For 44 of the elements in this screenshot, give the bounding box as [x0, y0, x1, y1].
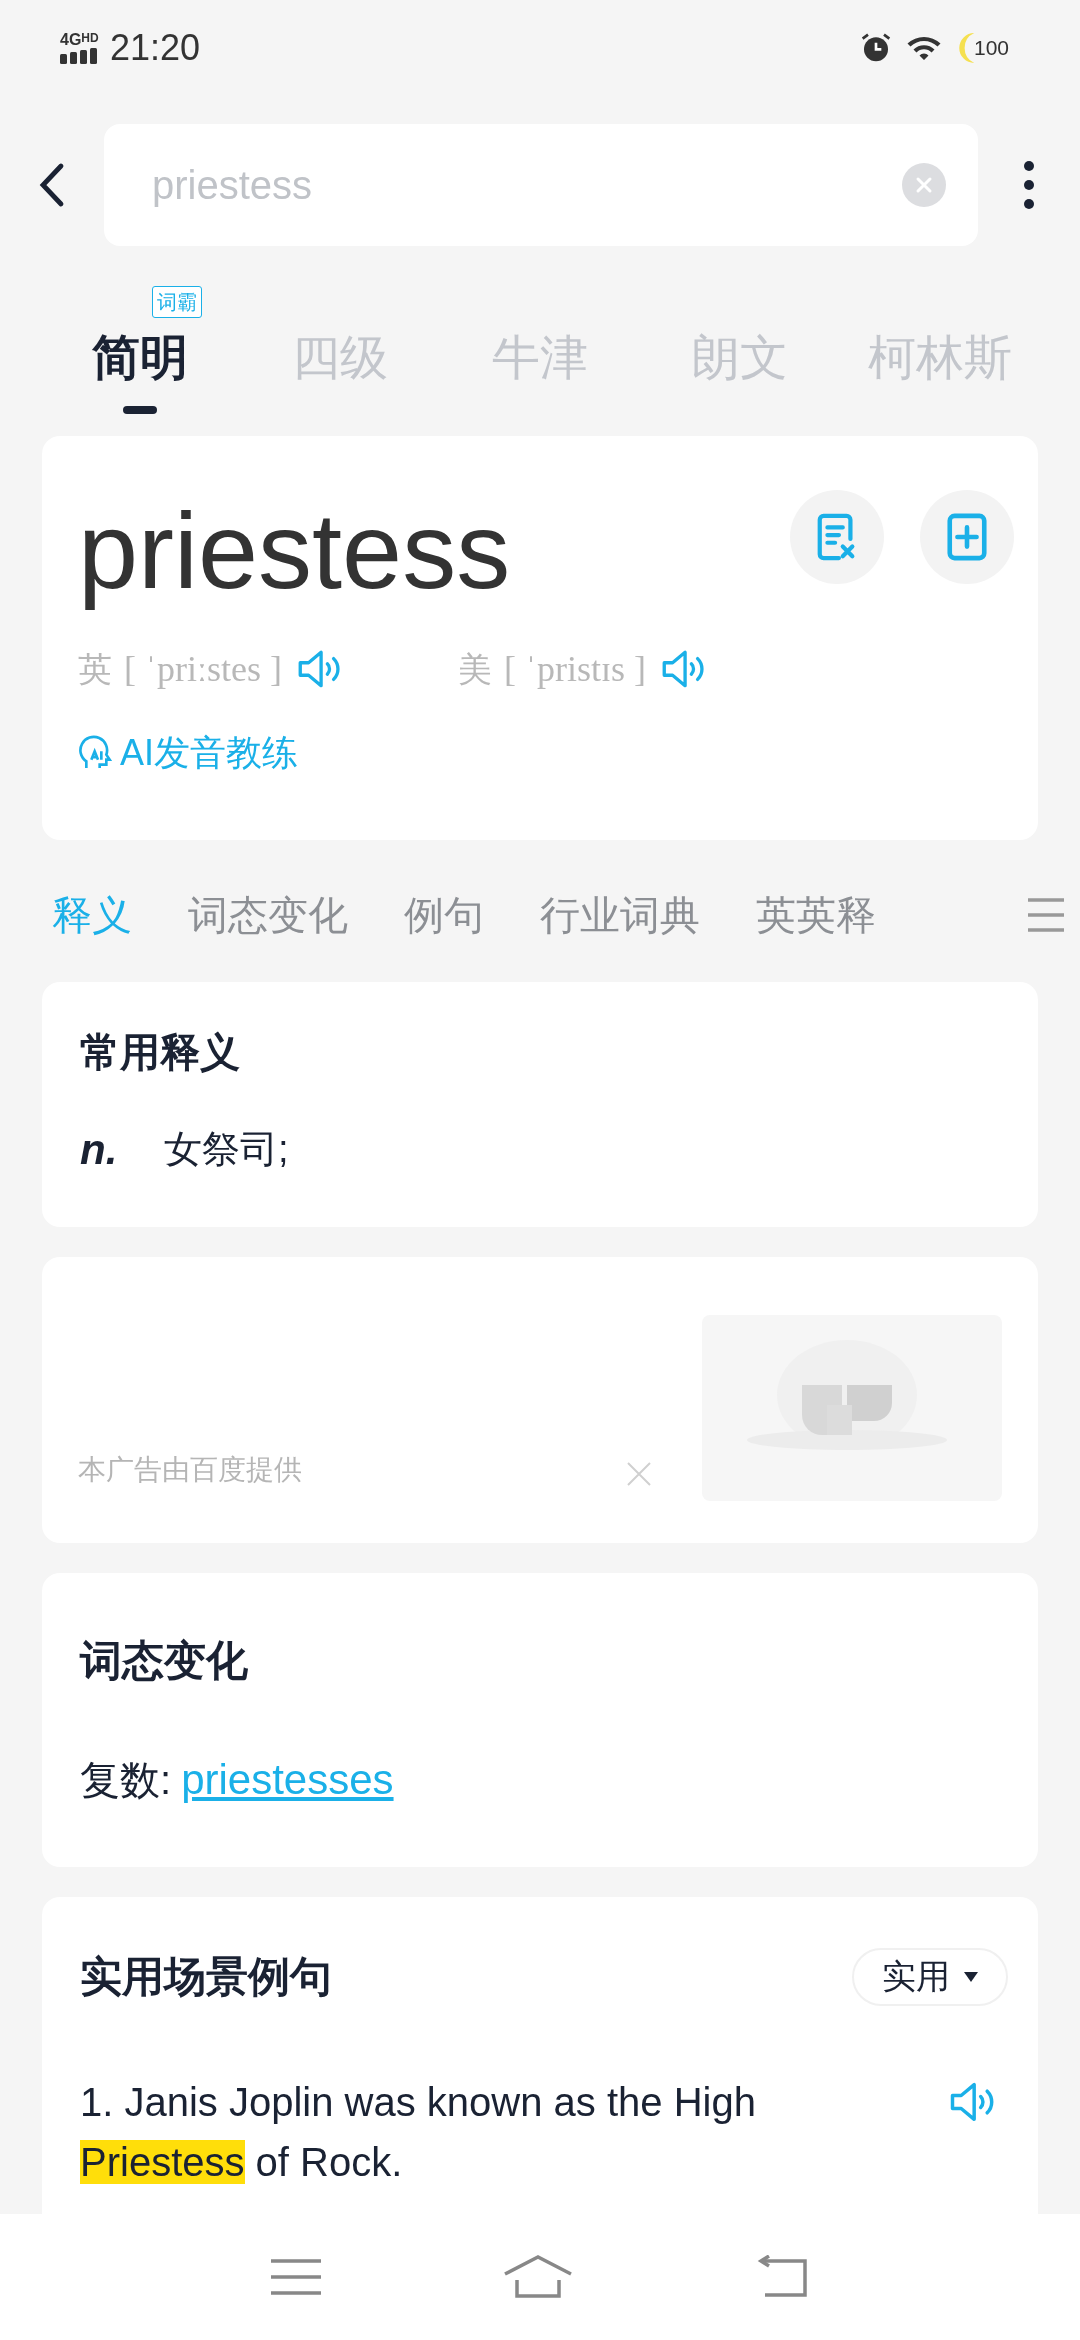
- clear-button[interactable]: [902, 163, 946, 207]
- close-icon: [914, 175, 934, 195]
- section-tab[interactable]: 行业词典: [540, 885, 700, 945]
- network-label: 4G: [60, 32, 82, 48]
- example-sentence: 1. Janis Joplin was known as the High Priestess of Rock.: [80, 2079, 757, 2186]
- menu-icon: [1026, 897, 1066, 933]
- home-icon[interactable]: [503, 2254, 573, 2300]
- tab-badge: 词霸: [152, 286, 202, 318]
- section-tab[interactable]: 例句: [404, 885, 484, 945]
- region-label: 美: [458, 648, 492, 690]
- phonetic-text: [ ˈpristɪs ]: [504, 648, 646, 691]
- definition-text: 女祭司;: [164, 1127, 289, 1172]
- tab-indicator: [123, 406, 157, 414]
- phonetic-text: [ ˈpriːstes ]: [124, 648, 282, 691]
- region-label: 英: [78, 648, 112, 690]
- crescent-icon: [956, 30, 976, 66]
- section-tab[interactable]: 释义: [52, 885, 132, 945]
- ai-coach-link[interactable]: AI发音教练: [78, 726, 298, 780]
- part-of-speech: n.: [80, 1125, 119, 1175]
- more-icon: [1023, 160, 1035, 210]
- section-title: 词态变化: [80, 1636, 249, 1686]
- plus-square-icon: [944, 512, 990, 562]
- section-title: 实用场景例句: [80, 1952, 332, 2002]
- back-icon: [39, 162, 65, 208]
- clock-time: 21:20: [110, 26, 201, 70]
- close-icon[interactable]: [626, 1461, 652, 1487]
- dictionary-tab[interactable]: 简明: [92, 328, 188, 388]
- network-sub-label: HD: [81, 32, 99, 47]
- battery-level: 100: [974, 35, 1010, 62]
- menu-icon[interactable]: [271, 2257, 321, 2297]
- section-title: 常用释义: [80, 1029, 241, 1076]
- signal-icon: [60, 48, 100, 64]
- headword: priestess: [78, 489, 511, 613]
- filter-dropdown[interactable]: 实用: [852, 1947, 1008, 2006]
- alarm-icon: [860, 32, 892, 64]
- ad-caption: 本广告由百度提供: [78, 1453, 302, 1487]
- search-input[interactable]: priestess: [152, 155, 752, 215]
- search-field[interactable]: priestess: [104, 124, 978, 246]
- section-tab[interactable]: 英英释: [756, 885, 876, 945]
- back-icon[interactable]: [755, 2255, 809, 2299]
- section-tab[interactable]: 词态变化: [188, 885, 348, 945]
- caret-icon: [964, 1971, 978, 1982]
- inflection-link[interactable]: priestesses: [181, 1748, 394, 1811]
- inflection-label: 复数:: [80, 1756, 172, 1804]
